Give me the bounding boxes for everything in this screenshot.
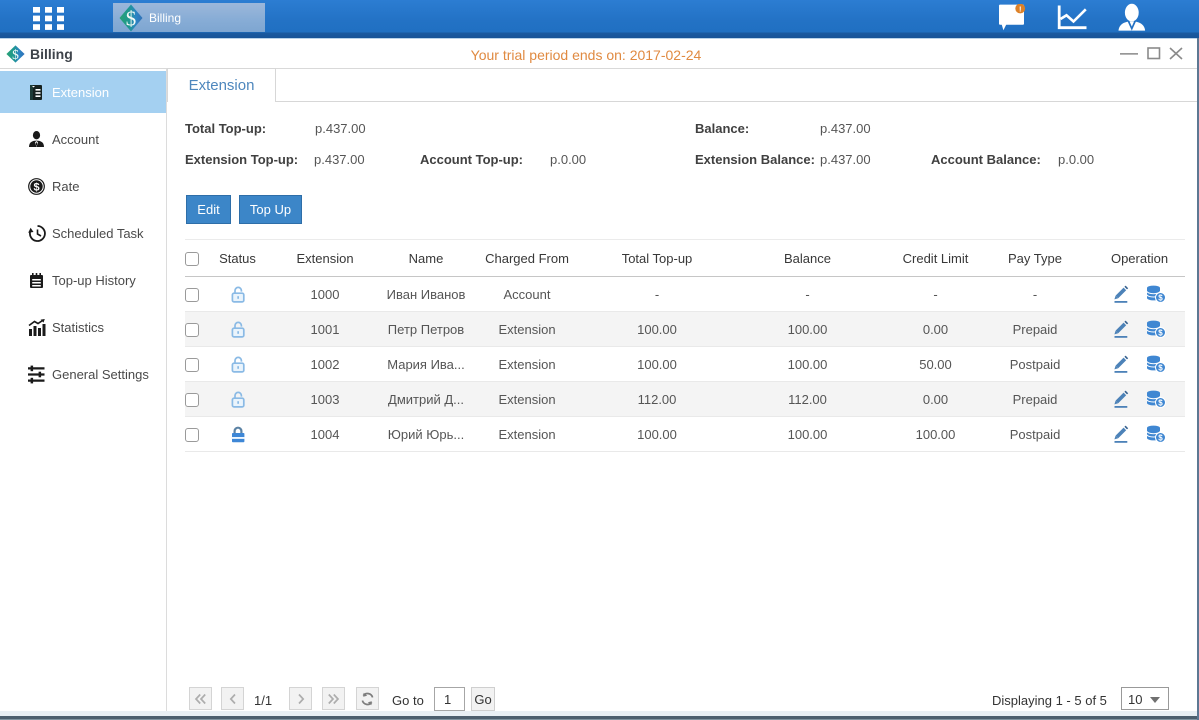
svg-text:$: $ <box>33 181 39 193</box>
svg-text:!: ! <box>1019 4 1022 13</box>
svg-text:$: $ <box>1158 294 1163 303</box>
svg-text:$: $ <box>1158 364 1163 373</box>
svg-text:$: $ <box>1158 399 1163 408</box>
svg-text:$: $ <box>126 6 137 30</box>
svg-text:$: $ <box>1158 434 1163 443</box>
svg-text:$: $ <box>1158 329 1163 338</box>
